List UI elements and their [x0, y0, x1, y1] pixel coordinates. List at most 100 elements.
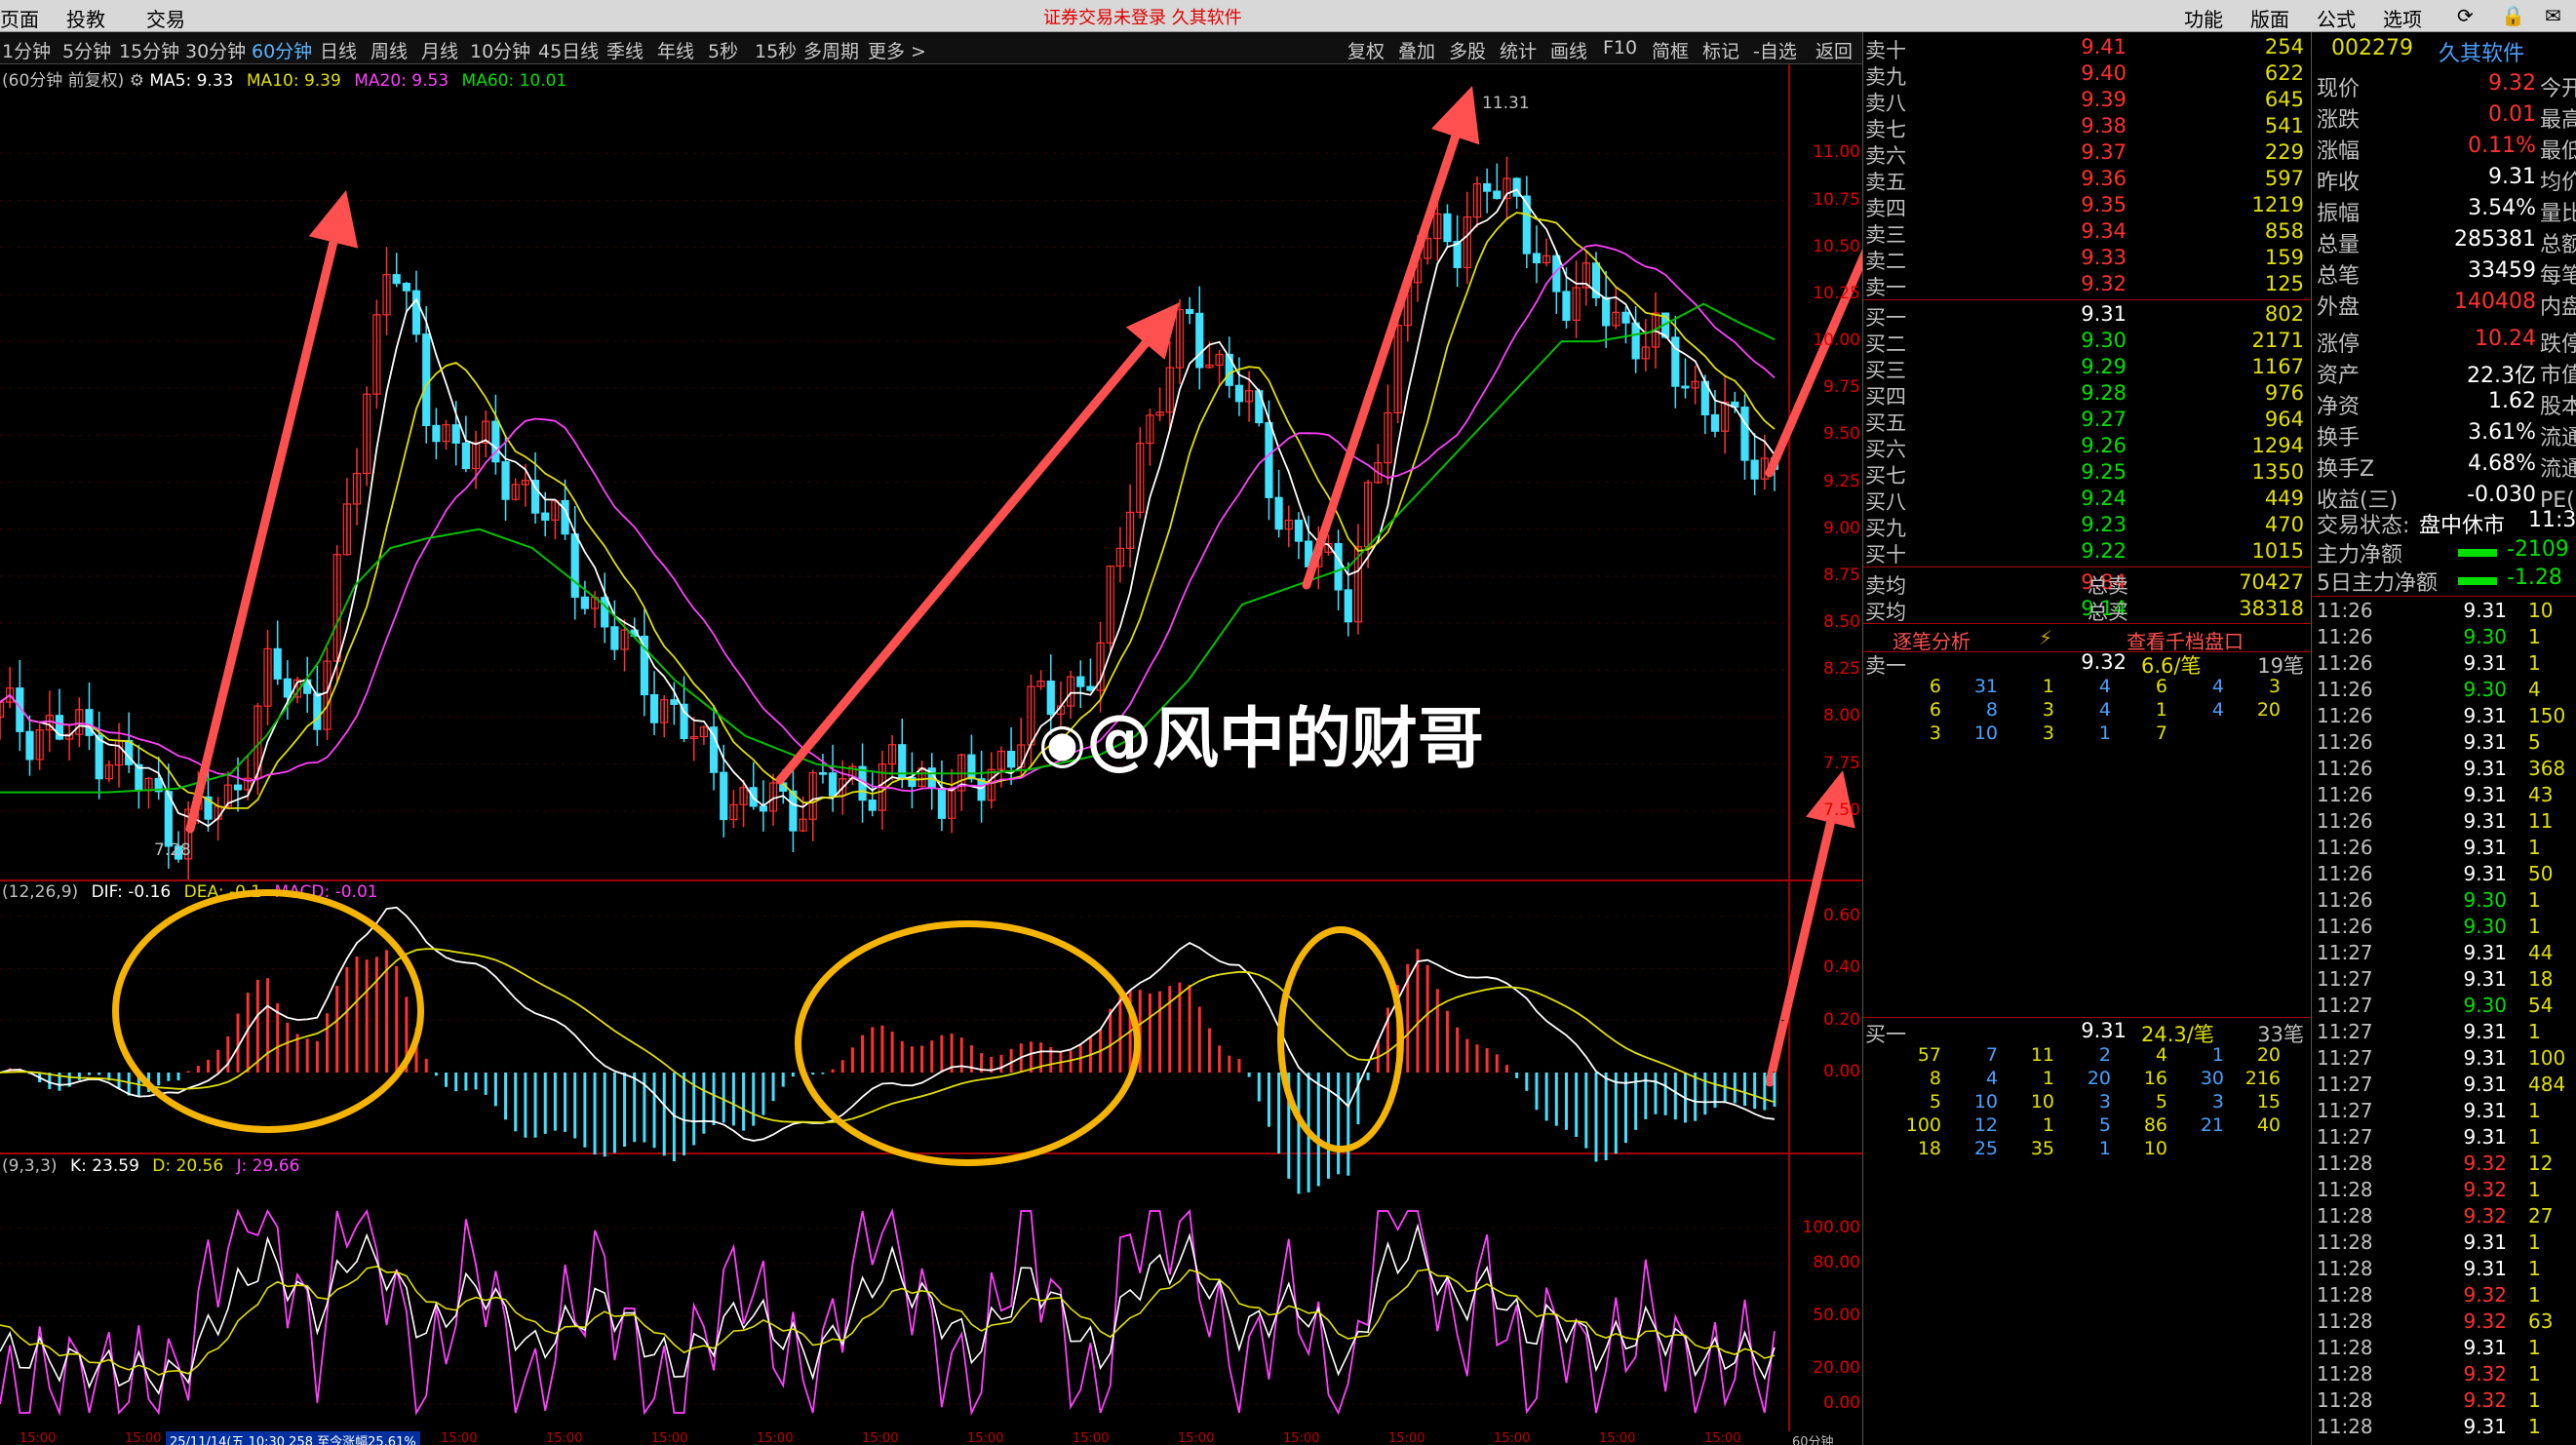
quote-row: 净资 1.62 股本 — [2317, 389, 2576, 419]
bid-level-row[interactable]: 买三 9.29 1167 — [1863, 355, 2312, 382]
price-axis-label: 8.00 — [1823, 706, 1860, 726]
order-volume: 1167 — [2251, 355, 2304, 378]
ask-level-row[interactable]: 卖五 9.36 597 — [1863, 167, 2312, 194]
mail-icon[interactable]: ✉ — [2545, 4, 2561, 27]
ask-level-row[interactable]: 卖一 9.32 125 — [1863, 272, 2312, 299]
stock-code: 002279 — [2331, 36, 2413, 60]
tick-trade-row: 11:27 9.31 44 — [2317, 941, 2554, 964]
lightning-icon[interactable]: ⚡ — [2039, 626, 2052, 649]
candle-body — [392, 274, 401, 285]
bid1-queue-cell: 10 — [1973, 1091, 1998, 1113]
kline-chart-area[interactable] — [0, 0, 1862, 1445]
stock-title[interactable]: 002279 久其软件 — [2312, 36, 2576, 66]
tick-trade-row: 11:26 9.31 1 — [2317, 651, 2541, 675]
settings-icon[interactable]: ⚙ — [130, 71, 150, 91]
order-price: 9.23 — [2081, 513, 2127, 536]
price-axis-label: 7.50 — [1823, 800, 1860, 820]
candle-body — [1631, 322, 1640, 360]
candle-body — [273, 647, 282, 680]
candle-body — [1532, 253, 1542, 264]
candle-body — [709, 726, 719, 773]
kdj-j-line — [0, 1208, 1776, 1417]
kdj-d: D: 20.56 — [152, 1156, 224, 1176]
order-volume: 802 — [2264, 302, 2304, 326]
ask-level-row[interactable]: 卖七 9.38 541 — [1863, 114, 2312, 141]
bid-level-row[interactable]: 买二 9.30 2171 — [1863, 329, 2312, 356]
trend-arrow-4-shaft — [1765, 249, 1862, 478]
order-price: 9.33 — [2081, 246, 2127, 269]
order-book-divider — [1863, 566, 2312, 567]
ask-level-row[interactable]: 卖三 9.34 858 — [1863, 219, 2312, 247]
bid1-queue-cell: 25 — [1973, 1138, 1998, 1159]
kdj-d-line — [0, 1266, 1776, 1376]
kdj-k: K: 23.59 — [69, 1156, 139, 1176]
menu-item-formula[interactable]: 公式 — [2317, 4, 2356, 32]
macd-highlight-circle-2 — [795, 920, 1141, 1166]
bid-level-row[interactable]: 买六 9.26 1294 — [1863, 434, 2312, 461]
price-axis-label: 9.50 — [1823, 424, 1860, 445]
ask-level-row[interactable]: 卖二 9.33 159 — [1863, 246, 2312, 273]
order-volume: 1219 — [2251, 193, 2304, 216]
order-price: 9.34 — [2081, 219, 2127, 243]
price-axis-label: 11.00 — [1813, 142, 1860, 163]
bid1-queue-cell: 40 — [2256, 1114, 2281, 1136]
order-book-divider — [1863, 1017, 2312, 1018]
bid-level-row[interactable]: 买十 9.22 1015 — [1863, 539, 2312, 566]
lock-icon[interactable]: 🔒 — [2501, 4, 2525, 27]
time-axis-tick: 15:00 — [1494, 1431, 1531, 1445]
quote-row: 涨幅 0.11% 最低 — [2317, 134, 2576, 164]
price-axis-label: 8.75 — [1823, 565, 1860, 585]
order-book-summary-row: 卖均 9.84 总卖 70427 — [1865, 570, 2304, 598]
candle-body — [1274, 496, 1283, 530]
ask-level-row[interactable]: 卖四 9.35 1219 — [1863, 193, 2312, 220]
bid-level-row[interactable]: 买七 9.25 1350 — [1863, 460, 2312, 488]
candle-body — [313, 692, 322, 730]
tick-trade-row: 11:28 9.32 1 — [2317, 1283, 2541, 1307]
ask-level-row[interactable]: 卖九 9.40 622 — [1863, 61, 2312, 89]
menu-item-options[interactable]: 选项 — [2383, 4, 2422, 32]
bid-level-row[interactable]: 买四 9.28 976 — [1863, 381, 2312, 409]
order-book-summary-row: 买均 9.14 总买 38318 — [1865, 597, 2304, 624]
trend-arrow-1-head — [308, 190, 359, 249]
order-level-label: 买四 — [1865, 385, 1906, 409]
ask-level-row[interactable]: 卖八 9.39 645 — [1863, 88, 2312, 115]
bid1-queue-cell: 216 — [2244, 1068, 2281, 1089]
order-book-divider — [1863, 299, 2312, 300]
bid-level-row[interactable]: 买五 9.27 964 — [1863, 408, 2312, 435]
candle-body — [85, 709, 94, 736]
ask1-queue-cell: 4 — [2098, 699, 2111, 721]
tick-trade-row: 11:28 9.32 1 — [2317, 1178, 2541, 1201]
time-axis-period: 60分钟 — [1792, 1435, 1834, 1445]
menu-item-function[interactable]: 功能 — [2184, 4, 2223, 32]
candle-body — [1265, 421, 1273, 498]
order-level-label: 卖三 — [1865, 223, 1906, 247]
bid-level-row[interactable]: 买九 9.23 470 — [1863, 513, 2312, 540]
candle-body — [868, 800, 877, 811]
candle-body — [1750, 459, 1759, 480]
order-volume: 541 — [2264, 114, 2304, 137]
order-level-label: 买八 — [1865, 490, 1906, 514]
ask-level-row[interactable]: 卖十 9.41 254 — [1863, 35, 2312, 62]
bid-level-row[interactable]: 买一 9.31 802 — [1863, 302, 2312, 330]
order-volume: 622 — [2264, 61, 2304, 85]
bid1-queue-cell: 4 — [2155, 1044, 2167, 1066]
ask-level-row[interactable]: 卖六 9.37 229 — [1863, 140, 2312, 168]
refresh-icon[interactable]: ⟳ — [2457, 4, 2474, 27]
order-level-label: 买三 — [1865, 359, 1906, 382]
order-volume: 645 — [2264, 88, 2304, 111]
bid1-queue-cell: 1 — [2042, 1114, 2054, 1136]
bid1-queue-cell: 1 — [2042, 1068, 2054, 1089]
price-axis-label: 7.75 — [1823, 753, 1860, 773]
tick-trade-row: 11:26 9.31 1 — [2317, 836, 2541, 859]
bid1-queue-cell: 11 — [2030, 1044, 2054, 1066]
tick-trade-row: 11:27 9.31 1 — [2317, 1125, 2541, 1149]
time-axis-tick: 15:00 — [967, 1431, 1004, 1445]
bid-level-row[interactable]: 买八 9.24 449 — [1863, 487, 2312, 514]
ask1-queue-cell: 31 — [1973, 676, 1998, 697]
candle-body — [967, 754, 976, 780]
menu-item-layout[interactable]: 版面 — [2250, 4, 2289, 32]
bid1-queue-cell: 10 — [2143, 1138, 2167, 1159]
bid1-queue-cell: 100 — [1905, 1114, 1941, 1136]
order-volume: 449 — [2264, 487, 2304, 510]
candle-body — [570, 533, 579, 598]
